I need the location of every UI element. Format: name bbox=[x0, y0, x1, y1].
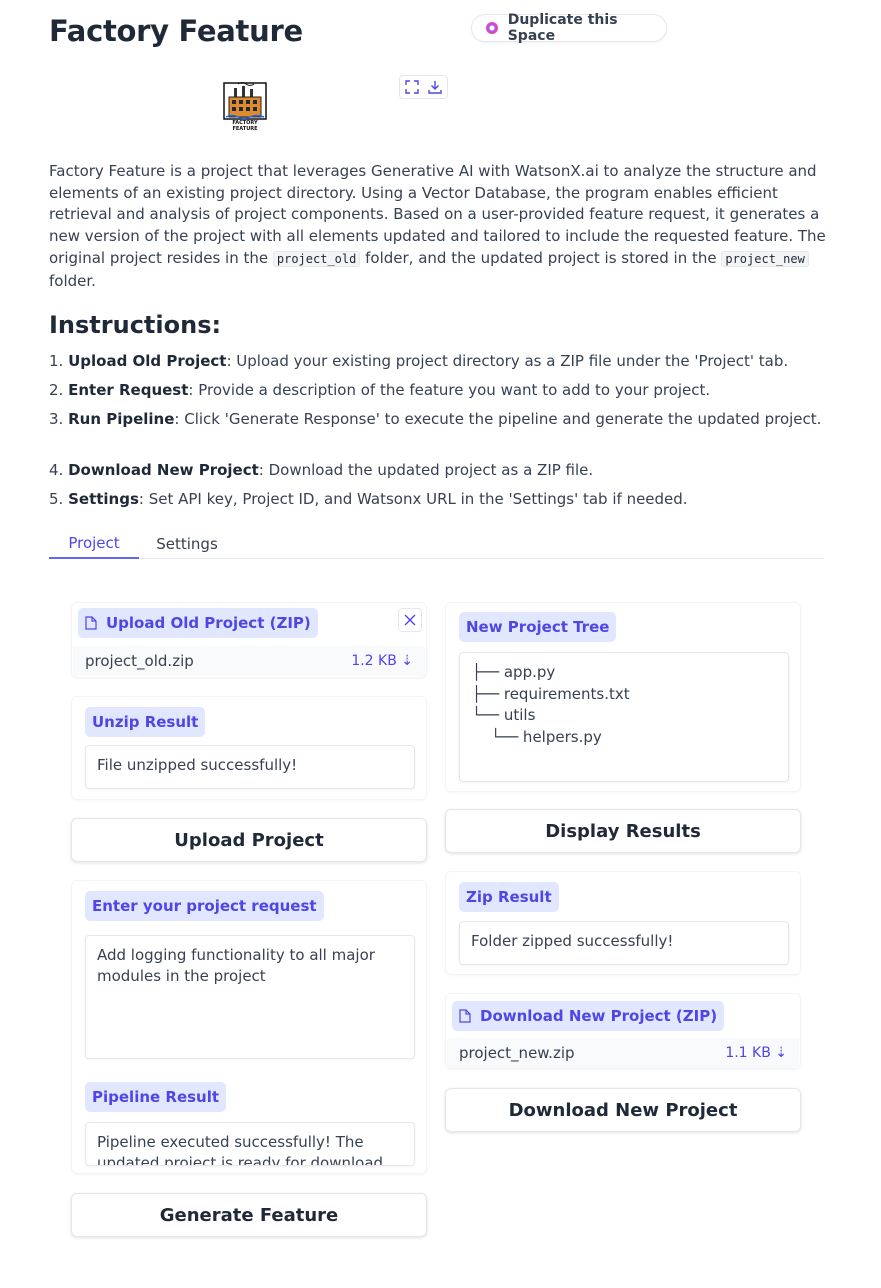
upload-project-button[interactable]: Upload Project bbox=[71, 818, 427, 862]
unzip-result-block: Unzip Result File unzipped successfully! bbox=[71, 696, 427, 800]
tree-line: └── utils bbox=[472, 706, 536, 725]
instructions-title: Instructions: bbox=[49, 311, 222, 339]
zip-result-block: Zip Result Folder zipped successfully! bbox=[445, 871, 801, 975]
upload-old-project-block: Upload Old Project (ZIP) project_old.zip… bbox=[71, 602, 427, 678]
image-toolbar bbox=[399, 75, 448, 99]
new-project-tree-label: New Project Tree bbox=[459, 612, 617, 642]
description-text: folder, and the updated project is store… bbox=[360, 248, 722, 267]
unzip-result-label: Unzip Result bbox=[85, 707, 206, 737]
project-request-label: Enter your project request bbox=[85, 891, 324, 921]
download-new-project-label: Download New Project (ZIP) bbox=[452, 1001, 725, 1031]
uploaded-file-row[interactable]: project_old.zip 1.2 KB ⇣ bbox=[73, 646, 425, 676]
instruction-item-2: 2. Enter Request: Provide a description … bbox=[49, 381, 711, 399]
instruction-item-5: 5. Settings: Set API key, Project ID, an… bbox=[49, 490, 688, 508]
instruction-item-3: 3. Run Pipeline: Click 'Generate Respons… bbox=[49, 410, 822, 428]
download-file-size[interactable]: 1.1 KB ⇣ bbox=[725, 1045, 787, 1061]
tab-project[interactable]: Project bbox=[49, 528, 139, 559]
page-title: Factory Feature bbox=[49, 14, 303, 48]
download-new-project-block: Download New Project (ZIP) project_new.z… bbox=[445, 993, 801, 1069]
display-results-button[interactable]: Display Results bbox=[445, 809, 801, 853]
space-icon bbox=[486, 22, 498, 34]
request-block: Enter your project request Add logging f… bbox=[71, 880, 427, 1174]
code-project-new: project_new bbox=[721, 250, 809, 267]
new-project-tree-block: New Project Tree ├── app.py ├── requireme… bbox=[445, 602, 801, 792]
generate-feature-button[interactable]: Generate Feature bbox=[71, 1193, 427, 1237]
zip-result-output: Folder zipped successfully! bbox=[459, 921, 789, 965]
file-icon bbox=[85, 616, 97, 630]
new-project-tree-output: ├── app.py ├── requirements.txt └── utils … bbox=[459, 652, 789, 782]
file-icon bbox=[459, 1009, 471, 1023]
duplicate-space-label: Duplicate this Space bbox=[507, 12, 618, 44]
fullscreen-icon[interactable] bbox=[400, 76, 424, 98]
uploaded-file-size[interactable]: 1.2 KB ⇣ bbox=[351, 653, 413, 669]
tab-settings[interactable]: Settings bbox=[148, 528, 226, 559]
description-text: folder. bbox=[49, 271, 96, 290]
download-file-row[interactable]: project_new.zip 1.1 KB ⇣ bbox=[447, 1038, 799, 1068]
download-new-project-button[interactable]: Download New Project bbox=[445, 1088, 801, 1132]
pipeline-result-output: Pipeline executed successfully! The upda… bbox=[85, 1122, 415, 1166]
instruction-item-1: 1. Upload Old Project: Upload your exist… bbox=[49, 352, 789, 370]
instruction-item-4: 4. Download New Project: Download the up… bbox=[49, 461, 594, 479]
upload-old-project-label: Upload Old Project (ZIP) bbox=[78, 608, 318, 638]
duplicate-space-button[interactable]: Duplicate this Space bbox=[471, 12, 667, 44]
tab-bar: Project Settings bbox=[49, 528, 823, 559]
logo-caption: FACTORY FEATURE bbox=[232, 120, 258, 132]
tree-line: ├── requirements.txt bbox=[472, 684, 630, 703]
download-file-name[interactable]: project_new.zip bbox=[459, 1044, 575, 1062]
code-project-old: project_old bbox=[272, 250, 361, 267]
project-request-input[interactable]: Add logging functionality to all major m… bbox=[85, 935, 415, 1059]
zip-result-label: Zip Result bbox=[459, 882, 559, 912]
download-icon[interactable] bbox=[424, 76, 448, 98]
close-icon bbox=[404, 614, 416, 626]
clear-upload-button[interactable] bbox=[398, 608, 422, 632]
tree-line: └── helpers.py bbox=[472, 728, 602, 747]
unzip-result-output: File unzipped successfully! bbox=[85, 745, 415, 789]
uploaded-file-name[interactable]: project_old.zip bbox=[85, 652, 194, 670]
pipeline-result-label: Pipeline Result bbox=[85, 1082, 227, 1112]
factory-logo-image: FACTORY FEATURE bbox=[220, 80, 270, 132]
tree-line: ├── app.py bbox=[472, 663, 556, 681]
project-description: Factory Feature is a project that levera… bbox=[49, 161, 829, 292]
